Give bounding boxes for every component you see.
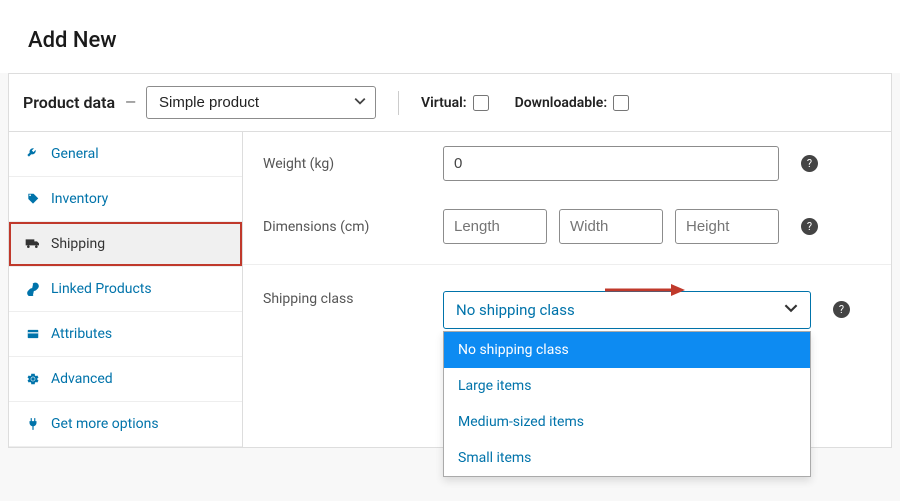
product-data-panel: Product data — Simple product Virtual: D… (8, 73, 892, 448)
sidebar-item-label: Shipping (51, 236, 105, 252)
sidebar-item-label: Attributes (51, 326, 112, 342)
content-area: Weight (kg) ? Dimensions (cm) ? Shipping… (243, 132, 891, 447)
dash: — (125, 95, 136, 111)
sidebar-item-general[interactable]: General (9, 132, 242, 177)
link-icon (25, 282, 41, 296)
panel-body: General Inventory Shipping Linked Produc… (9, 132, 891, 447)
separator (243, 264, 891, 265)
height-input[interactable] (675, 209, 779, 244)
card-icon (25, 327, 41, 341)
sidebar-item-label: General (51, 146, 99, 162)
weight-input[interactable] (443, 146, 779, 181)
sidebar-item-attributes[interactable]: Attributes (9, 312, 242, 357)
downloadable-checkbox-label[interactable]: Downloadable: (515, 95, 630, 111)
tag-icon (25, 192, 41, 206)
shipping-class-select-wrap: No shipping class No shipping class Larg… (443, 291, 811, 329)
product-type-select[interactable]: Simple product (146, 86, 376, 119)
shipping-class-dropdown: No shipping class Large items Medium-siz… (443, 331, 811, 477)
dimensions-row: Dimensions (cm) ? (243, 195, 891, 258)
width-input[interactable] (559, 209, 663, 244)
sidebar-item-shipping[interactable]: Shipping (9, 222, 242, 267)
sidebar-item-get-more[interactable]: Get more options (9, 402, 242, 447)
chevron-down-icon (784, 301, 798, 319)
help-icon[interactable]: ? (801, 155, 818, 172)
panel-header: Product data — Simple product Virtual: D… (9, 74, 891, 132)
sidebar-item-linked-products[interactable]: Linked Products (9, 267, 242, 312)
sidebar-item-label: Get more options (51, 416, 159, 432)
dimensions-label: Dimensions (cm) (263, 219, 443, 235)
sidebar-item-label: Advanced (51, 371, 113, 387)
sidebar-item-advanced[interactable]: Advanced (9, 357, 242, 402)
shipping-class-option[interactable]: No shipping class (444, 332, 810, 368)
help-icon[interactable]: ? (833, 301, 850, 318)
gear-icon (25, 372, 41, 386)
product-type-select-wrap: Simple product (146, 86, 376, 119)
shipping-class-option[interactable]: Small items (444, 440, 810, 476)
help-icon[interactable]: ? (801, 218, 818, 235)
shipping-class-selected: No shipping class (456, 301, 575, 319)
shipping-class-label: Shipping class (263, 291, 443, 307)
weight-label: Weight (kg) (263, 156, 443, 172)
truck-icon (25, 237, 41, 251)
sidebar-item-label: Linked Products (51, 281, 152, 297)
weight-row: Weight (kg) ? (243, 132, 891, 195)
virtual-checkbox[interactable] (473, 95, 489, 111)
downloadable-checkbox[interactable] (613, 95, 629, 111)
shipping-class-row: Shipping class No shipping class No ship… (243, 271, 891, 343)
sidebar-item-inventory[interactable]: Inventory (9, 177, 242, 222)
checkbox-group: Virtual: Downloadable: (421, 95, 629, 111)
plug-icon (25, 417, 41, 431)
virtual-label-text: Virtual: (421, 95, 467, 111)
page-title: Add New (0, 0, 900, 73)
panel-title: Product data (23, 93, 115, 112)
vertical-divider (398, 91, 399, 115)
length-input[interactable] (443, 209, 547, 244)
virtual-checkbox-label[interactable]: Virtual: (421, 95, 489, 111)
sidebar-item-label: Inventory (51, 191, 108, 207)
sidebar: General Inventory Shipping Linked Produc… (9, 132, 243, 447)
downloadable-label-text: Downloadable: (515, 95, 608, 111)
shipping-class-option[interactable]: Medium-sized items (444, 404, 810, 440)
shipping-class-option[interactable]: Large items (444, 368, 810, 404)
shipping-class-select[interactable]: No shipping class (443, 291, 811, 329)
wrench-icon (25, 147, 41, 161)
